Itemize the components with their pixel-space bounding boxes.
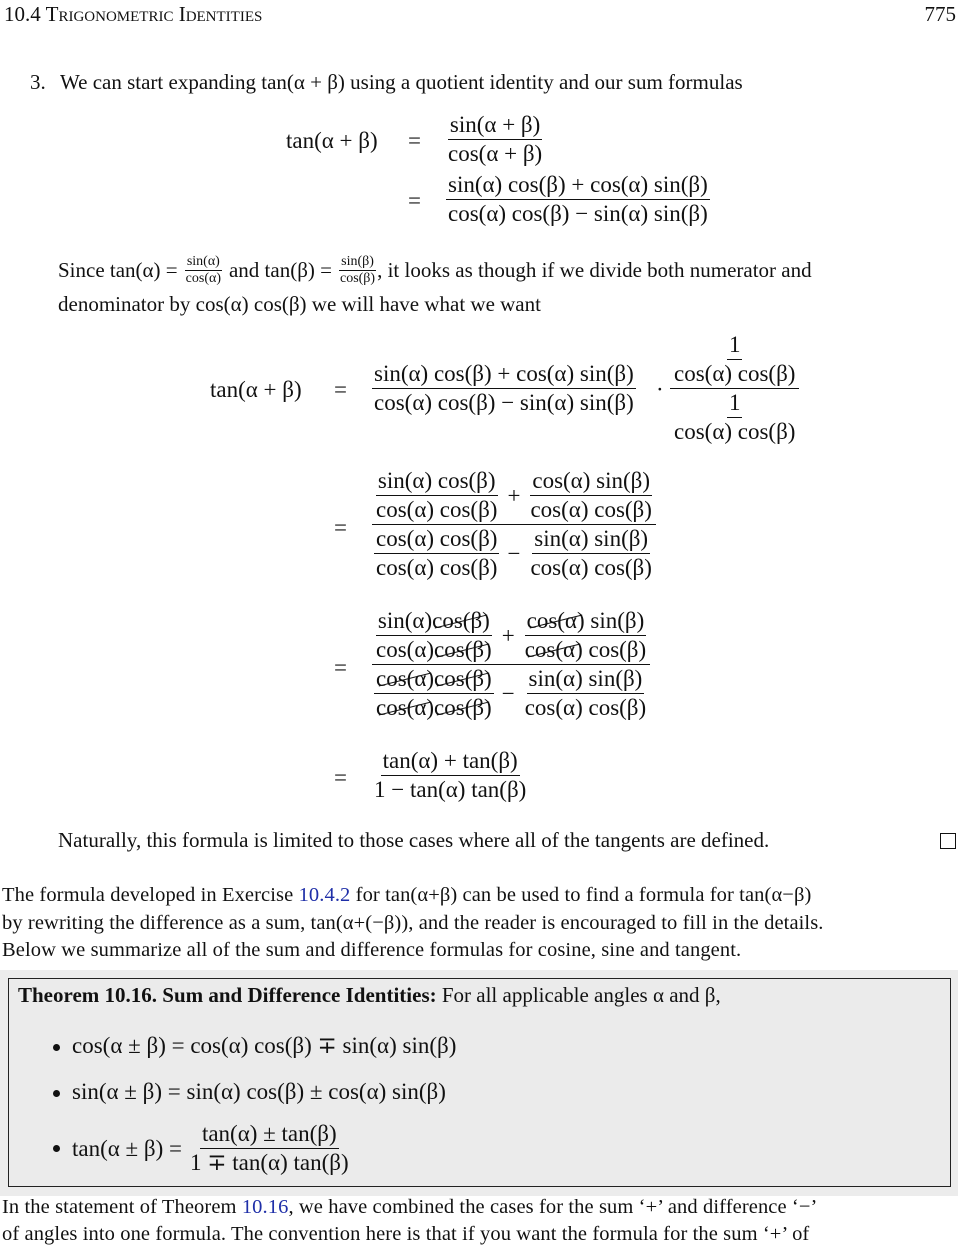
eq5-denominator: 1 − tan(α) tan(β) bbox=[374, 777, 527, 802]
since-frac1-num: sin(α) bbox=[184, 254, 222, 271]
eq5-fraction: tan(α) + tan(β) 1 − tan(α) tan(β) bbox=[372, 748, 528, 803]
since-frac1-den: cos(α) bbox=[185, 271, 221, 286]
eq2-top-one: 1 bbox=[726, 332, 743, 360]
theorem-label: Theorem 10.16. Sum and Difference Identi… bbox=[18, 983, 437, 1007]
eq4-plus: + bbox=[501, 622, 515, 648]
qed-square-icon bbox=[940, 833, 956, 849]
eq4-minus: − bbox=[501, 680, 515, 706]
eq2-bottom-cc: cos(α) cos(β) bbox=[674, 419, 796, 444]
theorem-sin-formula: sin(α ± β) = sin(α) cos(β) ± cos(α) sin(… bbox=[72, 1079, 446, 1104]
eq1-step2-denominator: cos(α) cos(β) − sin(α) sin(β) bbox=[448, 201, 708, 226]
eq3-c-num: cos(α) cos(β) bbox=[374, 526, 500, 554]
theorem-item-tan: tan(α ± β) = tan(α) ± tan(β) 1 ∓ tan(α) t… bbox=[53, 1121, 351, 1176]
eq1-step1-denominator: cos(α + β) bbox=[448, 141, 543, 166]
eq1-equals-1: = bbox=[408, 128, 421, 153]
eq4-d-num: sin(α) sin(β) bbox=[526, 666, 645, 694]
eq4-b-den-cancelled-cos-a: cos(α) bbox=[524, 637, 583, 662]
theorem-tan-lhs: tan(α ± β) = bbox=[72, 1135, 183, 1161]
eq1-step2: sin(α) cos(β) + cos(α) sin(β) cos(α) cos(… bbox=[446, 172, 710, 227]
paragraph1-line3: Below we summarize all of the sum and di… bbox=[2, 939, 742, 961]
eq2-equals: = bbox=[334, 377, 347, 402]
eq4-b-num-cancelled-cos-a: cos(α) bbox=[526, 608, 585, 633]
since-mid: and tan(β) = bbox=[228, 258, 332, 282]
eq2-numerator: sin(α) cos(β) + cos(α) sin(β) bbox=[372, 361, 636, 389]
eq3-b-den: cos(α) cos(β) bbox=[530, 497, 652, 522]
eq3-equals: = bbox=[334, 515, 347, 540]
theorem-tan-numerator: tan(α) ± tan(β) bbox=[199, 1121, 339, 1149]
since-tail: , it looks as though if we divide both n… bbox=[377, 258, 812, 282]
eq4-b-den-cos-b: cos(β) bbox=[588, 637, 647, 662]
eq1-step2-numerator: sin(α) cos(β) + cos(α) sin(β) bbox=[446, 172, 710, 200]
eq2-lhs: tan(α + β) bbox=[210, 377, 302, 402]
exercise-link[interactable]: 10.4.2 bbox=[299, 884, 351, 906]
eq2-denominator: cos(α) cos(β) − sin(α) sin(β) bbox=[374, 390, 634, 415]
eq4-equals: = bbox=[334, 655, 347, 680]
paragraph1-line2: by rewriting the difference as a sum, ta… bbox=[2, 912, 824, 934]
eq1-step1-numerator: sin(α + β) bbox=[447, 112, 543, 140]
theorem-box: Theorem 10.16. Sum and Difference Identi… bbox=[8, 978, 951, 1187]
theorem-link[interactable]: 10.16 bbox=[242, 1196, 289, 1218]
eq4-c-num-cancelled-cos-a: cos(α) bbox=[376, 666, 435, 691]
since-frac2-num: sin(β) bbox=[339, 254, 376, 271]
eq1-step1: sin(α + β) cos(α + β) bbox=[446, 112, 544, 167]
paragraph1-text-a: The formula developed in Exercise bbox=[2, 884, 294, 906]
eq5-numerator: tan(α) + tan(β) bbox=[380, 748, 520, 776]
theorem-statement: For all applicable angles α and β, bbox=[441, 983, 721, 1007]
paragraph2-text-a: In the statement of Theorem bbox=[2, 1196, 237, 1218]
eq2-main-fraction: sin(α) cos(β) + cos(α) sin(β) cos(α) cos(… bbox=[372, 361, 636, 416]
running-header-section: 10.4 Trigonometric Identities bbox=[4, 2, 263, 26]
eq4-c-den-cancelled-cos-b: cos(β) bbox=[434, 695, 492, 720]
eq3-plus: + bbox=[507, 482, 521, 508]
eq1-equals-2: = bbox=[408, 188, 421, 213]
eq2-dot: · bbox=[656, 377, 664, 402]
closing-sentence: Naturally, this formula is limited to th… bbox=[58, 828, 770, 852]
paragraph1-text-b: for tan(α+β) can be used to find a formu… bbox=[355, 884, 812, 906]
paragraph2-line1: In the statement of Theorem 10.16, we ha… bbox=[2, 1196, 817, 1219]
eq3-b-num: cos(α) sin(β) bbox=[530, 468, 652, 496]
eq2-bottom-one: 1 bbox=[726, 390, 743, 418]
eq4-complex-fraction: sin(α)cos(β) cos(α)cos(β) + cos(α) sin(β… bbox=[372, 608, 651, 721]
item-intro: We can start expanding tan(α + β) using … bbox=[60, 70, 743, 94]
bullet-icon bbox=[53, 1090, 60, 1098]
eq4-a-den-cos-a: cos(α) bbox=[376, 637, 435, 662]
theorem-tan-denominator: 1 ∓ tan(α) tan(β) bbox=[190, 1150, 349, 1175]
eq4-c-den-cancelled-cos-a: cos(α) bbox=[376, 695, 435, 720]
theorem-heading-line: Theorem 10.16. Sum and Difference Identi… bbox=[18, 983, 721, 1008]
eq3-d-num: sin(α) sin(β) bbox=[532, 526, 651, 554]
eq4-d-den: cos(α) cos(β) bbox=[524, 695, 647, 720]
eq4-c-num-cancelled-cos-b: cos(β) bbox=[434, 666, 492, 691]
paragraph1-line1: The formula developed in Exercise 10.4.2… bbox=[2, 884, 811, 907]
eq3-a-num: sin(α) cos(β) bbox=[375, 468, 498, 496]
eq2-complex-fraction: 1 cos(α) cos(β) 1 cos(α) cos(β) bbox=[670, 332, 800, 445]
eq3-c-den: cos(α) cos(β) bbox=[376, 555, 498, 580]
eq3-d-den: cos(α) cos(β) bbox=[530, 555, 652, 580]
eq3-minus: − bbox=[507, 540, 521, 566]
since-line2: denominator by cos(α) cos(β) we will hav… bbox=[58, 292, 541, 316]
since-line: Since tan(α) = sin(α) cos(α) and tan(β) =… bbox=[58, 255, 812, 286]
eq3-complex-fraction: sin(α) cos(β) cos(α) cos(β) + cos(α) sin(… bbox=[372, 468, 656, 581]
since-lead: Since tan(α) = bbox=[58, 258, 178, 282]
eq3-a-den: cos(α) cos(β) bbox=[376, 497, 498, 522]
eq2-top-cc: cos(α) cos(β) bbox=[674, 361, 796, 386]
bullet-icon bbox=[53, 1145, 60, 1152]
theorem-item-sin: sin(α ± β) = sin(α) cos(β) ± cos(α) sin(… bbox=[53, 1079, 446, 1105]
theorem-item-cos: cos(α ± β) = cos(α) cos(β) ∓ sin(α) sin(… bbox=[53, 1033, 456, 1059]
eq4-a-den-cancelled-cos-b: cos(β) bbox=[434, 637, 492, 662]
theorem-cos-formula: cos(α ± β) = cos(α) cos(β) ∓ sin(α) sin(… bbox=[72, 1033, 457, 1058]
page-number: 775 bbox=[924, 2, 957, 26]
since-frac2-den: cos(β) bbox=[339, 271, 376, 286]
eq4-a-num-cancelled-cos-b: cos(β) bbox=[432, 608, 490, 633]
paragraph2-line2: of angles into one formula. The conventi… bbox=[2, 1223, 810, 1245]
paragraph2-text-b: , we have combined the cases for the sum… bbox=[288, 1196, 818, 1218]
bullet-icon bbox=[53, 1044, 60, 1052]
eq5-equals: = bbox=[334, 765, 347, 790]
item-number: 3. bbox=[30, 70, 46, 94]
eq4-a-num-sin-a: sin(α) bbox=[377, 608, 433, 633]
eq1-lhs: tan(α + β) bbox=[286, 128, 378, 153]
eq4-b-num-sin-b: sin(β) bbox=[590, 608, 645, 633]
